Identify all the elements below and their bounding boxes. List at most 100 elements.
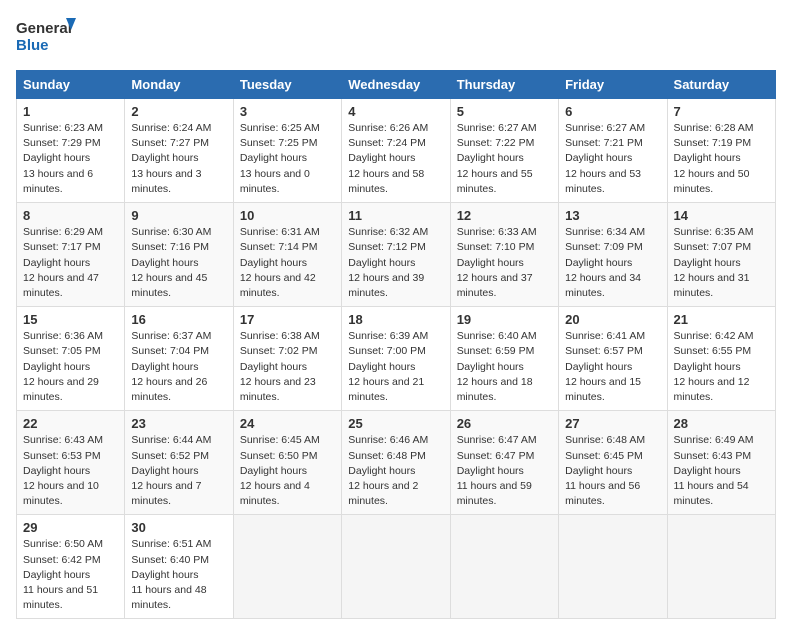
calendar-day-cell: 21 Sunrise: 6:42 AM Sunset: 6:55 PM Dayl… (667, 307, 775, 411)
day-number: 26 (457, 416, 552, 431)
daylight-duration: 12 hours and 23 minutes. (240, 376, 316, 403)
daylight-label: Daylight hours (240, 465, 307, 477)
daylight-label: Daylight hours (674, 257, 741, 269)
daylight-duration: 12 hours and 47 minutes. (23, 272, 99, 299)
day-info: Sunrise: 6:50 AM Sunset: 6:42 PM Dayligh… (23, 537, 118, 613)
sunrise-label: Sunrise: 6:47 AM (457, 434, 537, 446)
day-number: 24 (240, 416, 335, 431)
sunrise-label: Sunrise: 6:24 AM (131, 122, 211, 134)
daylight-duration: 12 hours and 39 minutes. (348, 272, 424, 299)
sunrise-label: Sunrise: 6:51 AM (131, 538, 211, 550)
daylight-label: Daylight hours (348, 152, 415, 164)
calendar-day-cell: 9 Sunrise: 6:30 AM Sunset: 7:16 PM Dayli… (125, 203, 233, 307)
calendar-day-cell: 13 Sunrise: 6:34 AM Sunset: 7:09 PM Dayl… (559, 203, 667, 307)
calendar-day-cell: 7 Sunrise: 6:28 AM Sunset: 7:19 PM Dayli… (667, 99, 775, 203)
sunrise-label: Sunrise: 6:45 AM (240, 434, 320, 446)
sunset-label: Sunset: 6:45 PM (565, 450, 643, 462)
calendar-day-cell: 14 Sunrise: 6:35 AM Sunset: 7:07 PM Dayl… (667, 203, 775, 307)
calendar-day-cell: 5 Sunrise: 6:27 AM Sunset: 7:22 PM Dayli… (450, 99, 558, 203)
daylight-label: Daylight hours (131, 361, 198, 373)
daylight-duration: 12 hours and 18 minutes. (457, 376, 533, 403)
sunset-label: Sunset: 7:05 PM (23, 345, 101, 357)
sunrise-label: Sunrise: 6:39 AM (348, 330, 428, 342)
day-info: Sunrise: 6:27 AM Sunset: 7:22 PM Dayligh… (457, 121, 552, 197)
svg-text:General: General (16, 20, 72, 37)
sunrise-label: Sunrise: 6:27 AM (457, 122, 537, 134)
calendar-day-cell: 30 Sunrise: 6:51 AM Sunset: 6:40 PM Dayl… (125, 515, 233, 619)
sunrise-label: Sunrise: 6:30 AM (131, 226, 211, 238)
daylight-duration: 12 hours and 7 minutes. (131, 480, 201, 507)
day-info: Sunrise: 6:28 AM Sunset: 7:19 PM Dayligh… (674, 121, 769, 197)
calendar-day-cell: 28 Sunrise: 6:49 AM Sunset: 6:43 PM Dayl… (667, 411, 775, 515)
day-number: 17 (240, 312, 335, 327)
sunrise-label: Sunrise: 6:32 AM (348, 226, 428, 238)
sunset-label: Sunset: 6:40 PM (131, 554, 209, 566)
weekday-header: Tuesday (233, 71, 341, 99)
calendar-day-cell: 1 Sunrise: 6:23 AM Sunset: 7:29 PM Dayli… (17, 99, 125, 203)
sunset-label: Sunset: 7:09 PM (565, 241, 643, 253)
day-number: 20 (565, 312, 660, 327)
daylight-label: Daylight hours (565, 257, 632, 269)
sunrise-label: Sunrise: 6:40 AM (457, 330, 537, 342)
day-info: Sunrise: 6:45 AM Sunset: 6:50 PM Dayligh… (240, 433, 335, 509)
day-info: Sunrise: 6:49 AM Sunset: 6:43 PM Dayligh… (674, 433, 769, 509)
day-number: 28 (674, 416, 769, 431)
day-info: Sunrise: 6:44 AM Sunset: 6:52 PM Dayligh… (131, 433, 226, 509)
daylight-label: Daylight hours (23, 152, 90, 164)
day-info: Sunrise: 6:36 AM Sunset: 7:05 PM Dayligh… (23, 329, 118, 405)
calendar-day-cell: 2 Sunrise: 6:24 AM Sunset: 7:27 PM Dayli… (125, 99, 233, 203)
sunset-label: Sunset: 6:59 PM (457, 345, 535, 357)
day-number: 11 (348, 208, 443, 223)
daylight-duration: 12 hours and 26 minutes. (131, 376, 207, 403)
day-number: 22 (23, 416, 118, 431)
day-info: Sunrise: 6:37 AM Sunset: 7:04 PM Dayligh… (131, 329, 226, 405)
day-number: 15 (23, 312, 118, 327)
day-number: 9 (131, 208, 226, 223)
calendar-day-cell: 29 Sunrise: 6:50 AM Sunset: 6:42 PM Dayl… (17, 515, 125, 619)
daylight-duration: 12 hours and 34 minutes. (565, 272, 641, 299)
day-number: 18 (348, 312, 443, 327)
daylight-label: Daylight hours (457, 257, 524, 269)
logo-svg: General Blue (16, 16, 76, 58)
daylight-label: Daylight hours (674, 361, 741, 373)
weekday-header: Saturday (667, 71, 775, 99)
day-info: Sunrise: 6:42 AM Sunset: 6:55 PM Dayligh… (674, 329, 769, 405)
day-info: Sunrise: 6:38 AM Sunset: 7:02 PM Dayligh… (240, 329, 335, 405)
daylight-label: Daylight hours (23, 465, 90, 477)
calendar-day-cell: 11 Sunrise: 6:32 AM Sunset: 7:12 PM Dayl… (342, 203, 450, 307)
day-number: 1 (23, 104, 118, 119)
sunset-label: Sunset: 7:02 PM (240, 345, 318, 357)
day-number: 2 (131, 104, 226, 119)
sunset-label: Sunset: 7:12 PM (348, 241, 426, 253)
sunrise-label: Sunrise: 6:36 AM (23, 330, 103, 342)
daylight-label: Daylight hours (348, 465, 415, 477)
day-info: Sunrise: 6:31 AM Sunset: 7:14 PM Dayligh… (240, 225, 335, 301)
sunset-label: Sunset: 7:04 PM (131, 345, 209, 357)
daylight-duration: 12 hours and 10 minutes. (23, 480, 99, 507)
calendar-day-cell: 19 Sunrise: 6:40 AM Sunset: 6:59 PM Dayl… (450, 307, 558, 411)
daylight-label: Daylight hours (674, 152, 741, 164)
calendar-day-cell: 18 Sunrise: 6:39 AM Sunset: 7:00 PM Dayl… (342, 307, 450, 411)
day-number: 12 (457, 208, 552, 223)
sunset-label: Sunset: 6:53 PM (23, 450, 101, 462)
calendar-day-cell: 8 Sunrise: 6:29 AM Sunset: 7:17 PM Dayli… (17, 203, 125, 307)
daylight-duration: 11 hours and 56 minutes. (565, 480, 640, 507)
calendar-table: SundayMondayTuesdayWednesdayThursdayFrid… (16, 70, 776, 619)
day-number: 8 (23, 208, 118, 223)
sunset-label: Sunset: 7:07 PM (674, 241, 752, 253)
daylight-duration: 12 hours and 42 minutes. (240, 272, 316, 299)
daylight-duration: 11 hours and 59 minutes. (457, 480, 532, 507)
day-info: Sunrise: 6:25 AM Sunset: 7:25 PM Dayligh… (240, 121, 335, 197)
weekday-header: Friday (559, 71, 667, 99)
day-info: Sunrise: 6:39 AM Sunset: 7:00 PM Dayligh… (348, 329, 443, 405)
day-number: 13 (565, 208, 660, 223)
sunset-label: Sunset: 7:10 PM (457, 241, 535, 253)
daylight-label: Daylight hours (348, 361, 415, 373)
calendar-day-cell (450, 515, 558, 619)
daylight-label: Daylight hours (131, 152, 198, 164)
sunrise-label: Sunrise: 6:43 AM (23, 434, 103, 446)
day-info: Sunrise: 6:30 AM Sunset: 7:16 PM Dayligh… (131, 225, 226, 301)
calendar-day-cell: 3 Sunrise: 6:25 AM Sunset: 7:25 PM Dayli… (233, 99, 341, 203)
daylight-duration: 12 hours and 58 minutes. (348, 168, 424, 195)
calendar-day-cell: 15 Sunrise: 6:36 AM Sunset: 7:05 PM Dayl… (17, 307, 125, 411)
